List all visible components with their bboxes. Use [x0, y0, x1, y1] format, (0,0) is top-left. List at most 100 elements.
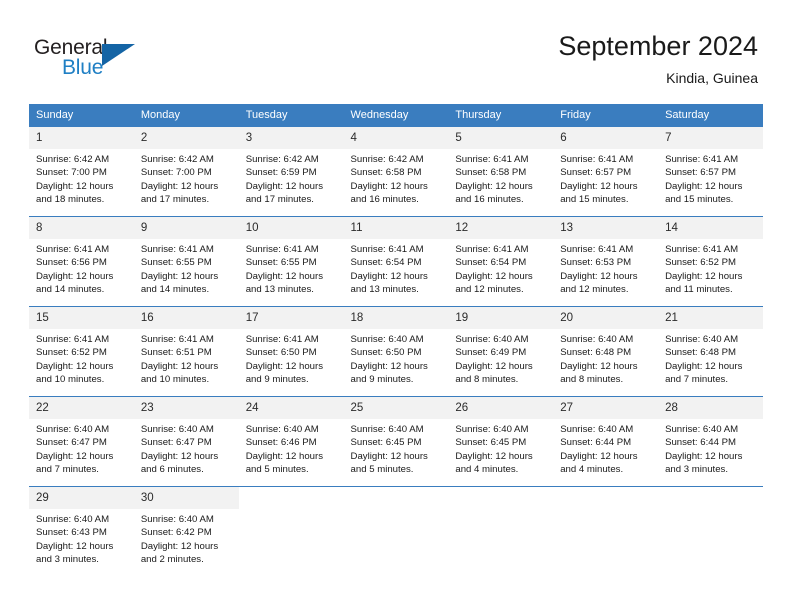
day-info: Sunrise: 6:41 AM Sunset: 6:53 PM Dayligh… — [553, 239, 658, 297]
general-blue-logo[interactable]: General Blue — [34, 36, 164, 84]
day-info: Sunrise: 6:41 AM Sunset: 6:52 PM Dayligh… — [29, 329, 134, 387]
day-cell[interactable]: 13 Sunrise: 6:41 AM Sunset: 6:53 PM Dayl… — [553, 216, 659, 307]
day-cell[interactable]: 2 Sunrise: 6:42 AM Sunset: 7:00 PM Dayli… — [133, 126, 239, 217]
weekday-tuesday: Tuesday — [238, 104, 344, 127]
day-number: 8 — [29, 217, 134, 239]
day-number: 30 — [133, 487, 239, 509]
sunrise-text: Sunrise: 6:41 AM — [665, 154, 739, 165]
week-row: 8 Sunrise: 6:41 AM Sunset: 6:56 PM Dayli… — [29, 216, 763, 307]
day-cell[interactable]: 30 Sunrise: 6:40 AM Sunset: 6:42 PM Dayl… — [133, 486, 239, 576]
day-number: 1 — [29, 127, 134, 149]
day-cell[interactable]: 16 Sunrise: 6:41 AM Sunset: 6:51 PM Dayl… — [133, 306, 239, 397]
day-info: Sunrise: 6:41 AM Sunset: 6:57 PM Dayligh… — [658, 149, 763, 207]
day-cell[interactable]: 3 Sunrise: 6:42 AM Sunset: 6:59 PM Dayli… — [238, 126, 344, 217]
day-cell[interactable]: 29 Sunrise: 6:40 AM Sunset: 6:43 PM Dayl… — [29, 486, 134, 576]
day-cell[interactable]: 12 Sunrise: 6:41 AM Sunset: 6:54 PM Dayl… — [448, 216, 554, 307]
day-info: Sunrise: 6:40 AM Sunset: 6:45 PM Dayligh… — [344, 419, 449, 477]
day-cell[interactable]: 28 Sunrise: 6:40 AM Sunset: 6:44 PM Dayl… — [658, 396, 763, 487]
day-cell[interactable]: 21 Sunrise: 6:40 AM Sunset: 6:48 PM Dayl… — [658, 306, 763, 397]
daylight-text-line2: and 10 minutes. — [140, 374, 210, 386]
sunrise-text: Sunrise: 6:41 AM — [455, 244, 529, 255]
sunrise-text: Sunrise: 6:40 AM — [36, 514, 110, 525]
day-info: Sunrise: 6:42 AM Sunset: 6:59 PM Dayligh… — [239, 149, 344, 207]
day-cell[interactable]: 5 Sunrise: 6:41 AM Sunset: 6:58 PM Dayli… — [448, 126, 554, 217]
daylight-text-line1: Daylight: 12 hours — [455, 360, 533, 372]
sunset-text: Sunset: 6:55 PM — [245, 257, 317, 269]
day-cell-empty — [448, 486, 554, 576]
sunrise-text: Sunrise: 6:41 AM — [36, 334, 110, 345]
day-cell[interactable]: 27 Sunrise: 6:40 AM Sunset: 6:44 PM Dayl… — [553, 396, 659, 487]
day-info: Sunrise: 6:41 AM Sunset: 6:52 PM Dayligh… — [658, 239, 763, 297]
day-cell[interactable]: 14 Sunrise: 6:41 AM Sunset: 6:52 PM Dayl… — [658, 216, 763, 307]
sunrise-text: Sunrise: 6:40 AM — [140, 424, 214, 435]
sunrise-text: Sunrise: 6:41 AM — [455, 154, 529, 165]
day-number: 17 — [238, 307, 344, 329]
day-number: 25 — [343, 397, 449, 419]
daylight-text-line2: and 13 minutes. — [350, 284, 419, 296]
weekday-thursday: Thursday — [448, 104, 554, 127]
day-cell[interactable]: 11 Sunrise: 6:41 AM Sunset: 6:54 PM Dayl… — [343, 216, 449, 307]
day-cell-inner: 8 Sunrise: 6:41 AM Sunset: 6:56 PM Dayli… — [29, 217, 134, 306]
day-cell-inner: 5 Sunrise: 6:41 AM Sunset: 6:58 PM Dayli… — [448, 127, 554, 216]
day-cell[interactable]: 25 Sunrise: 6:40 AM Sunset: 6:45 PM Dayl… — [343, 396, 449, 487]
daylight-text-line2: and 6 minutes. — [140, 464, 204, 476]
sunset-text: Sunset: 6:58 PM — [455, 167, 527, 179]
day-cell[interactable]: 24 Sunrise: 6:40 AM Sunset: 6:46 PM Dayl… — [238, 396, 344, 487]
day-cell[interactable]: 9 Sunrise: 6:41 AM Sunset: 6:55 PM Dayli… — [133, 216, 239, 307]
day-cell[interactable]: 19 Sunrise: 6:40 AM Sunset: 6:49 PM Dayl… — [448, 306, 554, 397]
day-cell[interactable]: 7 Sunrise: 6:41 AM Sunset: 6:57 PM Dayli… — [658, 126, 763, 217]
weekday-monday: Monday — [133, 104, 239, 127]
daylight-text-line1: Daylight: 12 hours — [140, 270, 219, 282]
day-number: 26 — [448, 397, 554, 419]
week-row: 22 Sunrise: 6:40 AM Sunset: 6:47 PM Dayl… — [29, 396, 763, 487]
day-cell-inner: 27 Sunrise: 6:40 AM Sunset: 6:44 PM Dayl… — [553, 397, 659, 486]
day-cell[interactable]: 1 Sunrise: 6:42 AM Sunset: 7:00 PM Dayli… — [29, 126, 134, 217]
day-info: Sunrise: 6:40 AM Sunset: 6:43 PM Dayligh… — [29, 509, 134, 567]
daylight-text-line1: Daylight: 12 hours — [245, 180, 324, 192]
day-number: 29 — [29, 487, 134, 509]
sunrise-text: Sunrise: 6:40 AM — [140, 514, 214, 525]
day-number: 23 — [133, 397, 239, 419]
logo-text-blue: Blue — [62, 56, 104, 79]
day-cell[interactable]: 23 Sunrise: 6:40 AM Sunset: 6:47 PM Dayl… — [133, 396, 239, 487]
day-number: 6 — [553, 127, 659, 149]
sunrise-text: Sunrise: 6:40 AM — [455, 334, 529, 345]
calendar-body: 1 Sunrise: 6:42 AM Sunset: 7:00 PM Dayli… — [29, 126, 763, 576]
sunset-text: Sunset: 6:57 PM — [560, 167, 632, 179]
day-cell-inner: 24 Sunrise: 6:40 AM Sunset: 6:46 PM Dayl… — [238, 397, 344, 486]
day-cell-empty — [553, 486, 659, 576]
day-cell[interactable]: 10 Sunrise: 6:41 AM Sunset: 6:55 PM Dayl… — [238, 216, 344, 307]
sunrise-text: Sunrise: 6:41 AM — [560, 154, 634, 165]
day-cell[interactable]: 17 Sunrise: 6:41 AM Sunset: 6:50 PM Dayl… — [238, 306, 344, 397]
day-cell[interactable]: 18 Sunrise: 6:40 AM Sunset: 6:50 PM Dayl… — [343, 306, 449, 397]
weekday-saturday: Saturday — [658, 104, 763, 127]
day-cell[interactable]: 8 Sunrise: 6:41 AM Sunset: 6:56 PM Dayli… — [29, 216, 134, 307]
day-cell-inner: 18 Sunrise: 6:40 AM Sunset: 6:50 PM Dayl… — [343, 307, 449, 396]
day-cell[interactable]: 22 Sunrise: 6:40 AM Sunset: 6:47 PM Dayl… — [29, 396, 134, 487]
daylight-text-line1: Daylight: 12 hours — [140, 360, 219, 372]
day-info: Sunrise: 6:42 AM Sunset: 6:58 PM Dayligh… — [344, 149, 449, 207]
daylight-text-line2: and 4 minutes. — [560, 464, 624, 476]
day-cell[interactable]: 6 Sunrise: 6:41 AM Sunset: 6:57 PM Dayli… — [553, 126, 659, 217]
day-cell[interactable]: 26 Sunrise: 6:40 AM Sunset: 6:45 PM Dayl… — [448, 396, 554, 487]
day-cell[interactable]: 15 Sunrise: 6:41 AM Sunset: 6:52 PM Dayl… — [29, 306, 134, 397]
sunrise-text: Sunrise: 6:41 AM — [350, 244, 424, 255]
sunrise-text: Sunrise: 6:41 AM — [245, 334, 319, 345]
daylight-text-line1: Daylight: 12 hours — [455, 450, 533, 462]
sunrise-text: Sunrise: 6:40 AM — [350, 424, 424, 435]
day-info: Sunrise: 6:40 AM Sunset: 6:45 PM Dayligh… — [448, 419, 553, 477]
sunrise-text: Sunrise: 6:40 AM — [350, 334, 424, 345]
day-cell[interactable]: 20 Sunrise: 6:40 AM Sunset: 6:48 PM Dayl… — [553, 306, 659, 397]
daylight-text-line1: Daylight: 12 hours — [36, 360, 114, 372]
daylight-text-line2: and 9 minutes. — [350, 374, 414, 386]
day-cell-inner: 22 Sunrise: 6:40 AM Sunset: 6:47 PM Dayl… — [29, 397, 134, 486]
day-cell-inner: 10 Sunrise: 6:41 AM Sunset: 6:55 PM Dayl… — [238, 217, 344, 306]
week-row: 15 Sunrise: 6:41 AM Sunset: 6:52 PM Dayl… — [29, 306, 763, 397]
daylight-text-line1: Daylight: 12 hours — [140, 180, 219, 192]
daylight-text-line2: and 15 minutes. — [560, 194, 629, 206]
sunset-text: Sunset: 6:55 PM — [140, 257, 212, 269]
day-cell[interactable]: 4 Sunrise: 6:42 AM Sunset: 6:58 PM Dayli… — [343, 126, 449, 217]
daylight-text-line1: Daylight: 12 hours — [665, 360, 743, 372]
daylight-text-line2: and 8 minutes. — [560, 374, 624, 386]
daylight-text-line2: and 7 minutes. — [36, 464, 99, 476]
